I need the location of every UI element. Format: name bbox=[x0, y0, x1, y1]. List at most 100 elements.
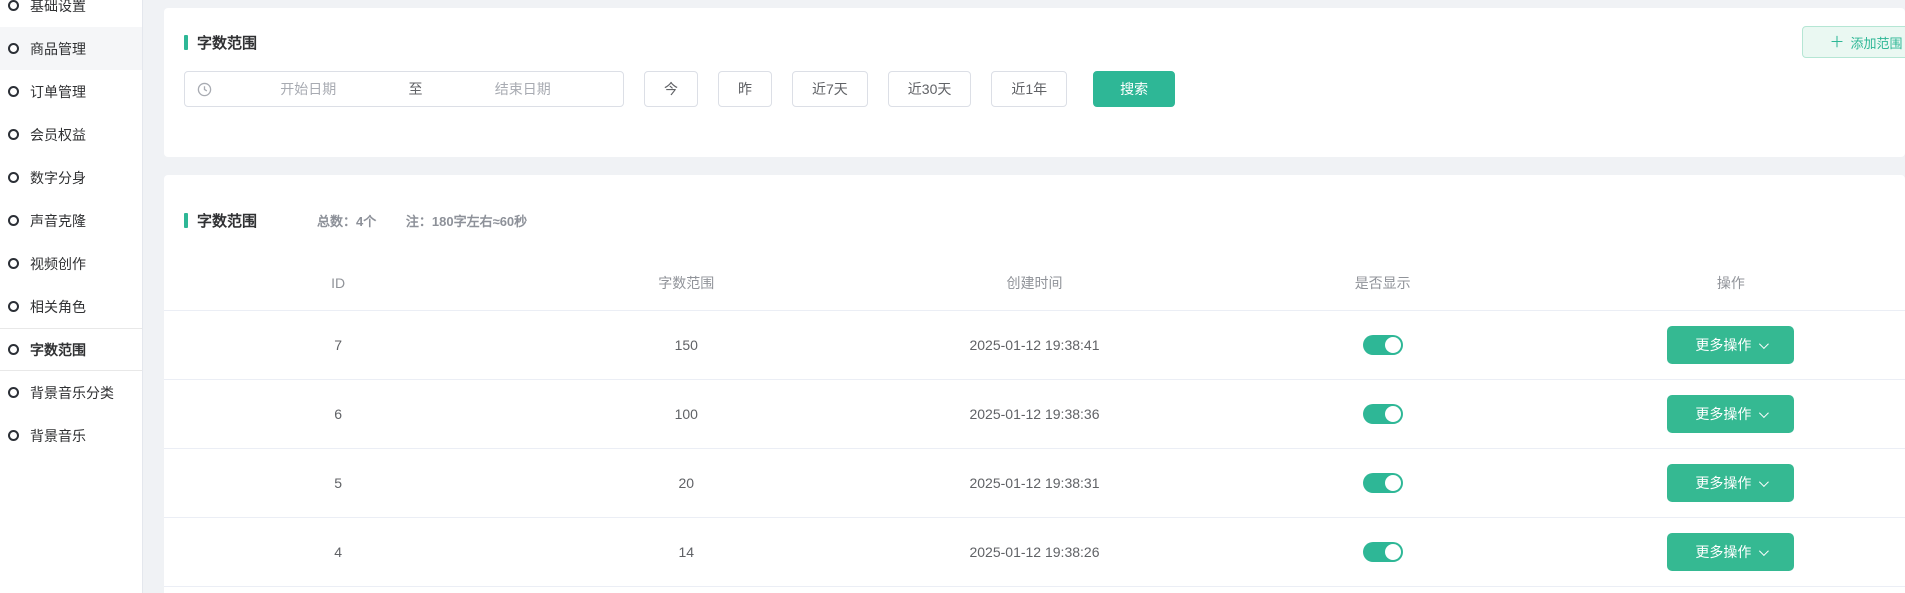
more-actions-button[interactable]: 更多操作 bbox=[1667, 326, 1794, 364]
sidebar-item[interactable]: 会员权益 bbox=[0, 113, 142, 156]
cell-created: 2025-01-12 19:38:26 bbox=[860, 544, 1208, 560]
more-actions-button[interactable]: 更多操作 bbox=[1667, 464, 1794, 502]
visibility-toggle[interactable] bbox=[1363, 335, 1403, 355]
column-header: ID bbox=[164, 275, 512, 291]
sidebar-item[interactable]: 相关角色 bbox=[0, 285, 142, 328]
date-separator: 至 bbox=[405, 79, 427, 99]
table-body: 71502025-01-12 19:38:41更多操作61002025-01-1… bbox=[164, 311, 1905, 587]
cell-created: 2025-01-12 19:38:36 bbox=[860, 406, 1208, 422]
sidebar-item[interactable]: 字数范围 bbox=[0, 328, 142, 371]
sidebar-item-label: 相关角色 bbox=[30, 297, 86, 317]
visibility-toggle[interactable] bbox=[1363, 473, 1403, 493]
quick-filter-button[interactable]: 近7天 bbox=[792, 71, 868, 107]
date-range-input[interactable]: 开始日期 至 结束日期 bbox=[184, 71, 624, 107]
plus-icon: ＋ bbox=[1829, 35, 1844, 50]
sidebar-item-label: 会员权益 bbox=[30, 125, 86, 145]
sidebar-item[interactable]: 背景音乐 bbox=[0, 414, 142, 457]
cell-range: 150 bbox=[512, 337, 860, 353]
radio-circle-icon bbox=[8, 258, 19, 269]
word-range-table: ID字数范围创建时间是否显示操作 71502025-01-12 19:38:41… bbox=[164, 255, 1905, 587]
sidebar-item[interactable]: 声音克隆 bbox=[0, 199, 142, 242]
sidebar-item[interactable]: 基础设置 bbox=[0, 0, 142, 27]
chevron-down-icon bbox=[1759, 546, 1769, 556]
chevron-down-icon bbox=[1759, 477, 1769, 487]
more-actions-button[interactable]: 更多操作 bbox=[1667, 395, 1794, 433]
filter-row: 开始日期 至 结束日期 今昨近7天近30天近1年 搜索 bbox=[184, 71, 1885, 107]
chevron-down-icon bbox=[1759, 339, 1769, 349]
radio-circle-icon bbox=[8, 43, 19, 54]
summary-total: 总数：4个 bbox=[317, 214, 376, 229]
table-header-row: ID字数范围创建时间是否显示操作 bbox=[164, 255, 1905, 311]
column-header: 操作 bbox=[1557, 273, 1905, 293]
main-content: 字数范围 ＋ 添加范围 开始日期 至 结束日期 今昨近7天近30天近1年 搜索 bbox=[164, 0, 1905, 593]
table-row: 4142025-01-12 19:38:26 更多操作 bbox=[164, 518, 1905, 587]
radio-circle-icon bbox=[8, 301, 19, 312]
quick-filter-button[interactable]: 今 bbox=[644, 71, 698, 107]
add-range-button[interactable]: ＋ 添加范围 bbox=[1802, 26, 1905, 58]
cell-range: 14 bbox=[512, 544, 860, 560]
radio-circle-icon bbox=[8, 172, 19, 183]
radio-circle-icon bbox=[8, 129, 19, 140]
toggle-knob bbox=[1385, 406, 1401, 422]
start-date-placeholder: 开始日期 bbox=[220, 79, 397, 99]
toggle-knob bbox=[1385, 544, 1401, 560]
sidebar: 基础设置商品管理订单管理会员权益数字分身声音克隆视频创作相关角色字数范围背景音乐… bbox=[0, 0, 143, 593]
sidebar-item[interactable]: 背景音乐分类 bbox=[0, 371, 142, 414]
sidebar-item-label: 声音克隆 bbox=[30, 211, 86, 231]
cell-id: 5 bbox=[164, 475, 512, 491]
toggle-knob bbox=[1385, 475, 1401, 491]
sidebar-item-label: 数字分身 bbox=[30, 168, 86, 188]
radio-circle-icon bbox=[8, 344, 19, 355]
cell-created: 2025-01-12 19:38:31 bbox=[860, 475, 1208, 491]
sidebar-item-label: 基础设置 bbox=[30, 0, 86, 16]
cell-range: 20 bbox=[512, 475, 860, 491]
table-card: 字数范围 总数：4个 注：180字左右≈60秒 ID字数范围创建时间是否显示操作… bbox=[164, 175, 1905, 593]
filter-card-title: 字数范围 bbox=[197, 32, 257, 53]
radio-circle-icon bbox=[8, 387, 19, 398]
add-range-label: 添加范围 bbox=[1851, 33, 1903, 52]
app-root: 基础设置商品管理订单管理会员权益数字分身声音克隆视频创作相关角色字数范围背景音乐… bbox=[0, 0, 1905, 593]
sidebar-item-label: 字数范围 bbox=[30, 340, 86, 360]
sidebar-item-label: 视频创作 bbox=[30, 254, 86, 274]
radio-circle-icon bbox=[8, 86, 19, 97]
cell-id: 6 bbox=[164, 406, 512, 422]
sidebar-item[interactable]: 商品管理 bbox=[0, 27, 142, 70]
end-date-placeholder: 结束日期 bbox=[435, 79, 612, 99]
sidebar-item-label: 商品管理 bbox=[30, 39, 86, 59]
sidebar-item-label: 背景音乐分类 bbox=[30, 383, 114, 403]
sidebar-item[interactable]: 数字分身 bbox=[0, 156, 142, 199]
column-header: 字数范围 bbox=[512, 273, 860, 293]
accent-bar bbox=[184, 35, 188, 50]
more-actions-label: 更多操作 bbox=[1695, 404, 1751, 424]
more-actions-label: 更多操作 bbox=[1695, 473, 1751, 493]
sidebar-menu: 基础设置商品管理订单管理会员权益数字分身声音克隆视频创作相关角色字数范围背景音乐… bbox=[0, 0, 142, 457]
table-card-title: 字数范围 bbox=[197, 210, 257, 231]
more-actions-label: 更多操作 bbox=[1695, 335, 1751, 355]
more-actions-label: 更多操作 bbox=[1695, 542, 1751, 562]
quick-filter-button[interactable]: 昨 bbox=[718, 71, 772, 107]
quick-filter-button[interactable]: 近30天 bbox=[888, 71, 972, 107]
table-row: 71502025-01-12 19:38:41更多操作 bbox=[164, 311, 1905, 380]
radio-circle-icon bbox=[8, 0, 19, 11]
sidebar-item[interactable]: 订单管理 bbox=[0, 70, 142, 113]
visibility-toggle[interactable] bbox=[1363, 404, 1403, 424]
sidebar-item[interactable]: 视频创作 bbox=[0, 242, 142, 285]
filter-card: 字数范围 ＋ 添加范围 开始日期 至 结束日期 今昨近7天近30天近1年 搜索 bbox=[164, 8, 1905, 157]
cell-id: 7 bbox=[164, 337, 512, 353]
table-summary: 总数：4个 注：180字左右≈60秒 bbox=[317, 211, 527, 230]
clock-icon bbox=[197, 82, 212, 97]
cell-id: 4 bbox=[164, 544, 512, 560]
search-button[interactable]: 搜索 bbox=[1093, 71, 1175, 107]
quick-filter-button[interactable]: 近1年 bbox=[991, 71, 1067, 107]
more-actions-button[interactable]: 更多操作 bbox=[1667, 533, 1794, 571]
quick-filter-group: 今昨近7天近30天近1年 bbox=[644, 71, 1067, 107]
radio-circle-icon bbox=[8, 215, 19, 226]
column-header: 创建时间 bbox=[860, 273, 1208, 293]
visibility-toggle[interactable] bbox=[1363, 542, 1403, 562]
table-card-header: 字数范围 总数：4个 注：180字左右≈60秒 bbox=[164, 175, 1905, 231]
sidebar-item-label: 订单管理 bbox=[30, 82, 86, 102]
radio-circle-icon bbox=[8, 430, 19, 441]
sidebar-item-label: 背景音乐 bbox=[30, 426, 86, 446]
chevron-down-icon bbox=[1759, 408, 1769, 418]
summary-note: 注：180字左右≈60秒 bbox=[406, 214, 527, 229]
